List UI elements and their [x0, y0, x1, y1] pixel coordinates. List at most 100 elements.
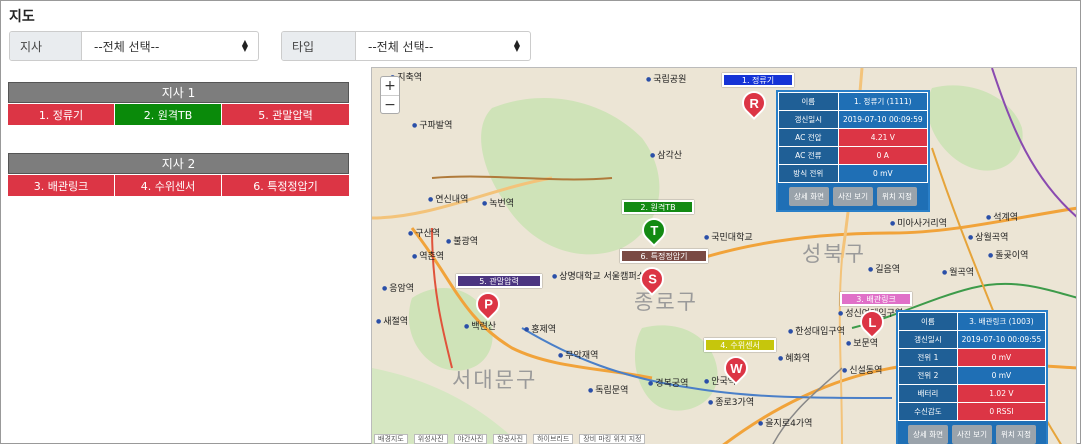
type-filter-label: 타입: [282, 32, 356, 60]
info-value: 2019-07-10 00:09:55: [956, 330, 1047, 349]
map-type-button[interactable]: 배경지도: [374, 434, 408, 444]
info-key: 배터리: [898, 384, 958, 403]
branch-header: 지사 1: [8, 82, 349, 103]
map-poi: 길음역: [868, 262, 900, 275]
map-poi: 삼각산: [650, 148, 682, 161]
branch-select-value: --전체 선택--: [94, 39, 160, 54]
type-filter[interactable]: 타입 --전체 선택-- ▲ ▼: [281, 31, 531, 61]
info-value: 4.21 V: [837, 128, 929, 147]
map-poi: 경복궁역: [648, 376, 688, 389]
map-poi: 역촌역: [412, 249, 444, 262]
set-location-button[interactable]: 위치 지정: [876, 187, 917, 206]
info-value: 0 RSSI: [956, 402, 1047, 421]
info-value: 0 mV: [956, 366, 1047, 385]
info-value: 0 A: [837, 146, 929, 165]
type-select-value: --전체 선택--: [368, 39, 434, 54]
map-poi: 을지로4가역: [758, 416, 812, 429]
map-poi: 한성대입구역: [788, 324, 845, 337]
marker-letter: W: [729, 360, 743, 376]
info-key: 전위 1: [898, 348, 958, 367]
branch-device-row: 1. 정류기 2. 원격TB 5. 관말압력: [8, 104, 349, 125]
detail-view-button[interactable]: 상세 화면: [789, 187, 829, 206]
device-button[interactable]: 4. 수위센서: [115, 175, 222, 196]
map-type-button[interactable]: 하이브리드: [533, 434, 574, 444]
branch-device-row: 3. 배관링크 4. 수위센서 6. 특정정압기: [8, 175, 349, 196]
device-info-window: 이름 3. 배관링크 (1003) 갱신일시 2019-07-10 00:09:55…: [896, 310, 1048, 444]
info-value: 0 mV: [837, 164, 929, 183]
map-poi: 불광역: [446, 234, 478, 247]
info-value: 1. 정류기 (1111): [837, 92, 929, 111]
map-poi: 상명대학교 서울캠퍼스: [552, 269, 645, 282]
map-poi: 구산역: [408, 226, 440, 239]
type-select[interactable]: --전체 선택-- ▲ ▼: [356, 32, 530, 60]
info-key: AC 전류: [778, 146, 839, 165]
marker-label[interactable]: 3. 배관링크: [840, 292, 912, 306]
zoom-in-button[interactable]: +: [381, 77, 399, 95]
map-poi: 종로3가역: [708, 395, 754, 408]
map-poi: 석계역: [986, 210, 1018, 223]
device-button[interactable]: 5. 관말압력: [222, 104, 349, 125]
device-button[interactable]: 6. 특정정압기: [222, 175, 349, 196]
device-button[interactable]: 1. 정류기: [8, 104, 115, 125]
map-poi: 월곡역: [942, 265, 974, 278]
branch-select[interactable]: --전체 선택-- ▲ ▼: [82, 32, 258, 60]
marker-label[interactable]: 1. 정류기: [722, 73, 794, 87]
map-poi: 백련산: [464, 319, 496, 332]
select-caret-icon: ▲ ▼: [241, 38, 248, 53]
info-value: 1.02 V: [956, 384, 1047, 403]
map-poi: 녹번역: [482, 196, 514, 209]
map-poi: 미아사거리역: [890, 216, 947, 229]
device-button[interactable]: 3. 배관링크: [8, 175, 115, 196]
page-title: 지도: [9, 9, 35, 25]
map-poi: 국립공원: [646, 72, 686, 85]
map-type-button[interactable]: 항공사진: [493, 434, 528, 444]
map-poi: 독립문역: [588, 383, 628, 396]
marker-letter: L: [868, 314, 876, 330]
photo-view-button[interactable]: 사진 보기: [833, 187, 873, 206]
branch-filter-label: 지사: [10, 32, 82, 60]
map-poi: 홍제역: [524, 322, 556, 335]
info-key: 수신감도: [898, 402, 958, 421]
marker-label[interactable]: 5. 관말압력: [456, 274, 542, 288]
zoom-control: + −: [380, 76, 400, 114]
branch-filter[interactable]: 지사 --전체 선택-- ▲ ▼: [9, 31, 259, 61]
info-key: AC 전압: [778, 128, 839, 147]
map-poi: 국민대학교: [704, 230, 752, 243]
map-type-bar: 배경지도 위성사진 야간사진 항공사진 하이브리드 장비 마킹 위치 지정: [372, 434, 1076, 444]
map-poi: 새절역: [376, 314, 408, 327]
marker-label[interactable]: 4. 수위센서: [704, 338, 776, 352]
marker-letter: T: [650, 222, 658, 238]
device-button[interactable]: 2. 원격TB: [115, 104, 222, 125]
info-key: 이름: [778, 92, 839, 111]
district-label: 종로구: [634, 290, 698, 314]
info-value: 3. 배관링크 (1003): [956, 312, 1047, 331]
map-poi: 돌곶이역: [988, 248, 1028, 261]
info-key: 갱신일시: [898, 330, 958, 349]
info-value: 2019-07-10 00:09:59: [837, 110, 929, 129]
map-view[interactable]: 성북구 종로구 서대문구 지축역 구파발역 연신내역 불광역 녹번역 홍제역 무…: [371, 67, 1077, 444]
info-key: 이름: [898, 312, 958, 331]
device-info-window: 이름 1. 정류기 (1111) 갱신일시 2019-07-10 00:09:59 …: [776, 90, 930, 212]
district-label: 서대문구: [452, 368, 538, 392]
branch-header: 지사 2: [8, 153, 349, 174]
marker-letter: S: [647, 271, 657, 287]
info-key: 방식 전위: [778, 164, 839, 183]
map-type-button[interactable]: 위성사진: [413, 434, 448, 444]
zoom-out-button[interactable]: −: [381, 95, 399, 113]
info-value: 0 mV: [956, 348, 1047, 367]
map-poi: 상월곡역: [968, 230, 1008, 243]
map-type-button[interactable]: 야간사진: [453, 434, 488, 444]
map-poi: 구파발역: [412, 118, 452, 131]
map-poi: 혜화역: [778, 351, 810, 364]
map-poi: 무악재역: [558, 348, 598, 361]
marker-label[interactable]: 2. 원격TB: [622, 200, 694, 214]
info-key: 전위 2: [898, 366, 958, 385]
set-marker-location-button[interactable]: 장비 마킹 위치 지정: [579, 434, 646, 444]
marker-label[interactable]: 6. 특정정압기: [620, 249, 708, 263]
marker-letter: R: [749, 95, 759, 111]
map-poi: 연신내역: [428, 192, 468, 205]
select-caret-icon: ▲ ▼: [513, 38, 520, 53]
map-poi: 신설동역: [842, 363, 882, 376]
district-label: 성북구: [802, 242, 866, 266]
info-key: 갱신일시: [778, 110, 839, 129]
